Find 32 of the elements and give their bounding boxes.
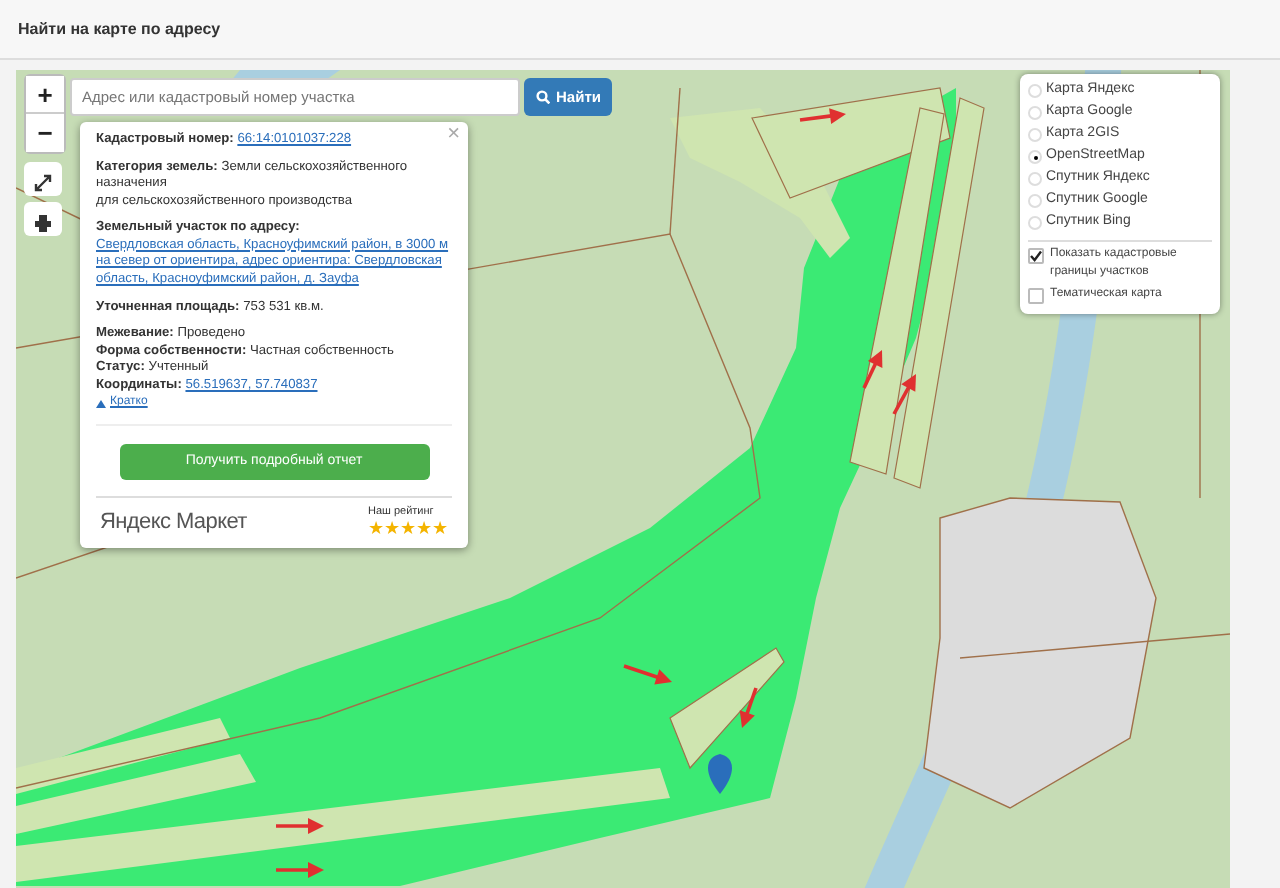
arrow-icon (623, 664, 672, 685)
star-icon: ★ (384, 519, 400, 538)
checkbox[interactable] (1028, 248, 1044, 264)
page-title: Найти на карте по адресу (18, 17, 221, 41)
radio-button[interactable] (1028, 172, 1042, 186)
radio-button[interactable] (1028, 106, 1042, 120)
star-icon: ★ (416, 519, 432, 538)
arrow-icon (276, 862, 324, 878)
checkbox[interactable] (1028, 288, 1044, 304)
brand-logo: Яндекс Маркет (100, 507, 247, 536)
radio-button[interactable] (1028, 216, 1042, 230)
fullscreen-button[interactable] (24, 162, 62, 196)
star-icon: ★ (432, 519, 448, 538)
search-icon (536, 90, 550, 104)
arrow-icon (799, 108, 846, 124)
radio-button[interactable] (1028, 128, 1042, 142)
map-drawing[interactable] (16, 70, 1230, 888)
star-icon: ★ (400, 519, 416, 538)
printer-icon (34, 214, 52, 233)
radio-button[interactable] (1028, 194, 1042, 208)
radio-button[interactable] (1028, 84, 1042, 98)
arrow-icon (276, 818, 324, 834)
map-marker-icon[interactable] (708, 754, 732, 794)
star-icon: ★ (368, 519, 384, 538)
arrow-icon (739, 687, 758, 728)
caret-icon (96, 400, 106, 409)
radio-button[interactable] (1028, 150, 1042, 164)
arrow-icon (892, 374, 916, 415)
zoom-in-button[interactable]: + (26, 76, 64, 114)
arrow-icon (862, 350, 883, 389)
print-button[interactable] (24, 202, 62, 236)
expand-icon (34, 174, 52, 193)
